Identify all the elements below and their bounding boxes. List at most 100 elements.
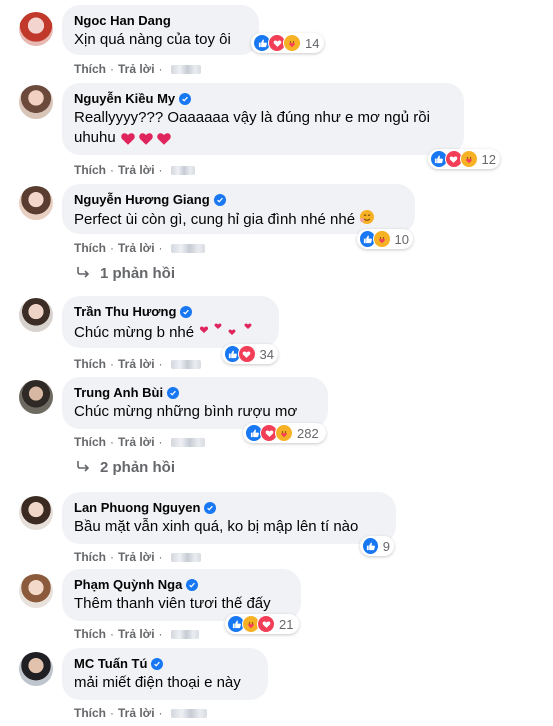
comment-actions: Thích · Trả lời · [74, 163, 195, 177]
commenter-name[interactable]: Trung Anh Bùi [74, 384, 163, 401]
verified-badge-icon [213, 193, 226, 206]
verified-badge-icon [167, 386, 180, 399]
avatar[interactable] [19, 496, 53, 530]
view-replies-link[interactable]: 2 phản hồi [76, 459, 175, 476]
care-reaction-icon [373, 230, 391, 248]
avatar[interactable] [19, 298, 53, 332]
timestamp-blurred[interactable] [170, 552, 201, 562]
timestamp-blurred[interactable] [170, 64, 201, 74]
reaction-count: 9 [382, 538, 390, 554]
reply-link[interactable]: Trả lời [118, 627, 155, 641]
like-reaction-icon [362, 537, 379, 555]
comment-bubble: MC Tuấn Tú mải miết điện thoại e này [62, 648, 268, 700]
commenter-name[interactable]: Phạm Quỳnh Nga [74, 576, 182, 593]
timestamp-blurred[interactable] [170, 629, 199, 639]
comment-actions: Thích · Trả lời · [74, 357, 201, 371]
like-link[interactable]: Thích [74, 357, 106, 371]
verified-badge-icon [186, 578, 199, 591]
reaction-summary[interactable]: 12 [428, 149, 500, 169]
reaction-summary[interactable]: 14 [251, 33, 324, 53]
reaction-count: 34 [259, 346, 274, 362]
comment-text: Perfect ùi còn gì, cung hỉ gia đình nhé … [74, 209, 403, 231]
reaction-count: 282 [297, 425, 319, 441]
comment-actions: Thích · Trả lời · [74, 706, 207, 720]
reaction-summary[interactable]: 9 [360, 536, 394, 556]
comment-text: Thêm thanh viên tươi thế đấy [74, 595, 271, 612]
reply-link[interactable]: Trả lời [118, 550, 155, 564]
comment-actions: Thích · Trả lời · [74, 550, 201, 564]
timestamp-blurred[interactable] [170, 165, 195, 175]
replies-count-label[interactable]: 1 phản hồi [100, 265, 175, 282]
avatar[interactable] [19, 186, 53, 220]
view-replies-link[interactable]: 1 phản hồi [76, 265, 175, 282]
comment-bubble: Trần Thu Hương Chúc mừng b nhé [62, 296, 279, 348]
verified-badge-icon [180, 305, 193, 318]
comment-text: Reallyyyy??? Oaaaaaa vậy là đúng như e m… [74, 109, 430, 146]
like-link[interactable]: Thích [74, 62, 106, 76]
like-link[interactable]: Thích [74, 627, 106, 641]
comment-actions: Thích · Trả lời · [74, 241, 205, 255]
comment-actions: Thích · Trả lời · [74, 62, 201, 76]
comment-text: Xịn quá nàng của toy ôi [74, 31, 231, 48]
care-reaction-icon [283, 34, 301, 52]
comment-bubble: Trung Anh Bùi Chúc mừng những bình rượu … [62, 377, 328, 429]
timestamp-blurred[interactable] [170, 708, 207, 718]
reply-link[interactable]: Trả lời [118, 357, 155, 371]
comment-bubble: Lan Phuong Nguyen Bầu mặt vẫn xinh quá, … [62, 492, 396, 544]
commenter-name[interactable]: Nguyễn Hương Giang [74, 191, 210, 208]
avatar[interactable] [19, 574, 53, 608]
verified-badge-icon [179, 92, 192, 105]
commenter-name[interactable]: Lan Phuong Nguyen [74, 499, 200, 516]
reply-link[interactable]: Trả lời [118, 163, 155, 177]
reaction-count: 10 [394, 231, 409, 247]
replies-count-label[interactable]: 2 phản hồi [100, 459, 175, 476]
comment-bubble: Nguyễn Hương Giang Perfect ùi còn gì, cu… [62, 184, 415, 234]
commenter-name[interactable]: MC Tuấn Tú [74, 655, 147, 672]
reply-link[interactable]: Trả lời [118, 435, 155, 449]
reply-link[interactable]: Trả lời [118, 706, 155, 720]
commenter-name[interactable]: Ngoc Han Dang [74, 12, 171, 29]
avatar[interactable] [19, 380, 53, 414]
like-link[interactable]: Thích [74, 241, 106, 255]
reaction-summary[interactable]: 10 [357, 229, 413, 249]
comment-text: Bầu mặt vẫn xinh quá, ko bị mập lên tí n… [74, 518, 359, 535]
commenter-name[interactable]: Nguyễn Kiều My [74, 90, 175, 107]
timestamp-blurred[interactable] [170, 243, 205, 253]
comment-bubble: Ngoc Han Dang Xịn quá nàng của toy ôi [62, 5, 259, 55]
like-link[interactable]: Thích [74, 435, 106, 449]
commenter-name[interactable]: Trần Thu Hương [74, 303, 176, 320]
verified-badge-icon [204, 501, 217, 514]
reaction-count: 14 [305, 35, 320, 51]
like-link[interactable]: Thích [74, 706, 106, 720]
reply-link[interactable]: Trả lời [118, 241, 155, 255]
avatar[interactable] [19, 12, 53, 46]
reply-arrow-icon [76, 459, 90, 476]
love-reaction-icon [238, 345, 256, 363]
reply-link[interactable]: Trả lời [118, 62, 155, 76]
care-reaction-icon [459, 150, 478, 168]
comment-actions: Thích · Trả lời · [74, 435, 205, 449]
verified-badge-icon [151, 657, 164, 670]
comments-section: Ngoc Han Dang Xịn quá nàng của toy ôi 14… [0, 0, 553, 726]
care-reaction-icon [275, 424, 293, 442]
reaction-summary[interactable]: 21 [225, 614, 299, 634]
comment-actions: Thích · Trả lời · [74, 627, 199, 641]
avatar[interactable] [19, 85, 53, 119]
like-link[interactable]: Thích [74, 163, 106, 177]
like-link[interactable]: Thích [74, 550, 106, 564]
avatar[interactable] [19, 652, 53, 686]
hugging-emoji-icon [359, 209, 375, 231]
comment-bubble: Nguyễn Kiều My Reallyyyy??? Oaaaaaa vậy … [62, 83, 464, 155]
reply-arrow-icon [76, 265, 90, 282]
reaction-summary[interactable]: 34 [222, 344, 278, 364]
reaction-summary[interactable]: 282 [243, 423, 326, 443]
timestamp-blurred[interactable] [170, 437, 205, 447]
reaction-count: 21 [279, 616, 294, 632]
comment-text: Chúc mừng b nhé [74, 321, 267, 345]
hearts-emoji-icon [198, 321, 256, 345]
timestamp-blurred[interactable] [170, 359, 201, 369]
heart-emoji-icons [120, 131, 172, 146]
love-reaction-icon [257, 615, 275, 633]
reaction-count: 12 [481, 151, 496, 167]
comment-text: Chúc mừng những bình rượu mơ [74, 403, 298, 420]
